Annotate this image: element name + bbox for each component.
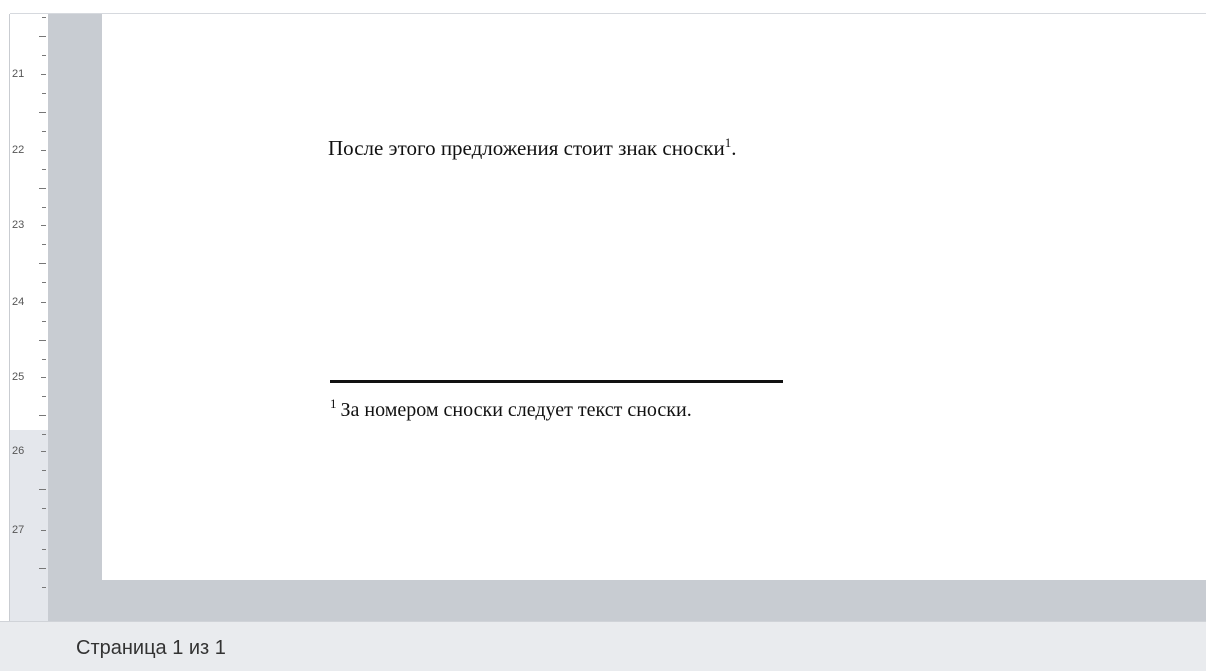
ruler-tick (39, 415, 46, 416)
ruler-tick (41, 74, 46, 75)
ruler-tick (42, 321, 46, 322)
vertical-ruler[interactable]: 21 22 23 24 25 26 27 (10, 14, 48, 621)
footnote-separator (330, 380, 783, 383)
ruler-tick (42, 587, 46, 588)
ruler-mark-26: 26 (12, 445, 25, 457)
ruler-tick (41, 302, 46, 303)
status-bar: Страница 1 из 1 (0, 621, 1206, 671)
ruler-tick (41, 451, 46, 452)
ruler-tick (39, 112, 46, 113)
ruler-mark-27: 27 (12, 524, 25, 536)
ruler-tick (41, 530, 46, 531)
body-sentence: После этого предложения стоит знак сноск… (328, 136, 725, 160)
ruler-tick (42, 396, 46, 397)
ruler-mark-25: 25 (12, 371, 25, 383)
page-indicator[interactable]: Страница 1 из 1 (76, 637, 226, 660)
ruler-tick (41, 377, 46, 378)
editor-window: 21 22 23 24 25 26 27 После этого предлож… (0, 0, 1206, 671)
ruler-tick (42, 55, 46, 56)
ruler-tick (42, 434, 46, 435)
body-paragraph[interactable]: После этого предложения стоит знак сноск… (328, 136, 736, 161)
ruler-tick (42, 169, 46, 170)
ruler-tick (39, 188, 46, 189)
document-workspace: После этого предложения стоит знак сноск… (48, 14, 1206, 621)
ruler-tick (39, 263, 46, 264)
ruler-tick (42, 508, 46, 509)
ruler-tick (42, 470, 46, 471)
ruler-mark-22: 22 (12, 144, 25, 156)
footnote-paragraph[interactable]: 1 За номером сноски следует текст сноски. (330, 396, 692, 422)
footnote-body: За номером сноски следует текст сноски. (340, 399, 692, 421)
ruler-tick (39, 36, 46, 37)
ruler-tick (42, 549, 46, 550)
left-border (0, 14, 10, 621)
ruler-tick (42, 359, 46, 360)
ruler-tick (42, 93, 46, 94)
ruler-tick (39, 340, 46, 341)
ruler-tick (42, 17, 46, 18)
footnote-number: 1 (330, 396, 337, 412)
ruler-tick (42, 244, 46, 245)
document-page[interactable]: После этого предложения стоит знак сноск… (102, 14, 1206, 580)
ruler-mark-23: 23 (12, 219, 25, 231)
ruler-tick (39, 489, 46, 490)
ruler-tick (39, 568, 46, 569)
ruler-tick (41, 150, 46, 151)
ruler-tick (42, 131, 46, 132)
ruler-tick (41, 225, 46, 226)
ruler-mark-24: 24 (12, 296, 25, 308)
sentence-period: . (731, 136, 737, 160)
ruler-mark-21: 21 (12, 68, 25, 80)
ruler-tick (42, 207, 46, 208)
ruler-tick (42, 282, 46, 283)
